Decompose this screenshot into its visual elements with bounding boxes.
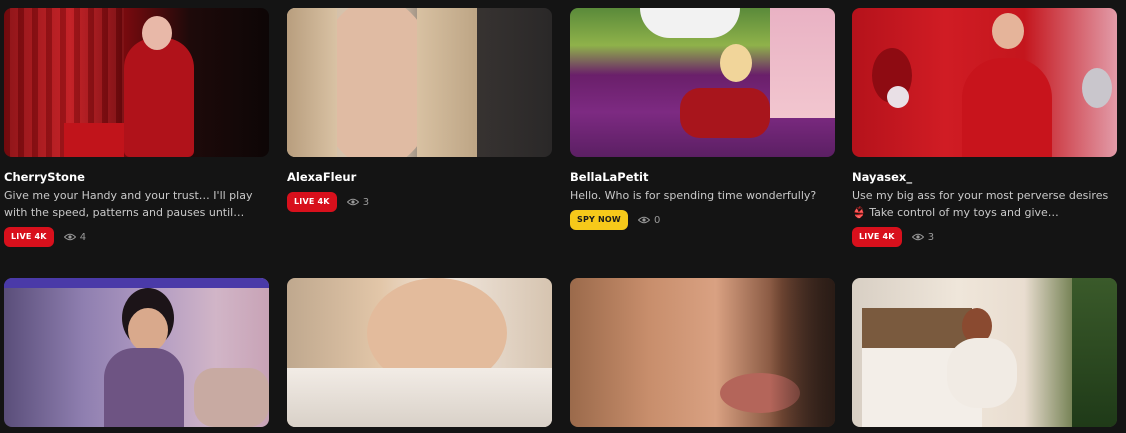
model-thumbnail[interactable] — [570, 8, 835, 157]
model-card[interactable]: Nayasex_ Use my big ass for your most pe… — [852, 8, 1117, 247]
model-card[interactable] — [287, 278, 552, 427]
model-card[interactable]: BellaLaPetit Hello. Who is for spending … — [570, 8, 835, 230]
live-4k-badge: LIVE 4K — [4, 227, 54, 247]
viewer-count-value: 0 — [653, 214, 661, 226]
model-thumbnail[interactable] — [287, 8, 552, 157]
model-name[interactable]: Nayasex_ — [852, 170, 1117, 184]
model-card[interactable] — [4, 278, 269, 427]
model-description: Use my big ass for your most perverse de… — [852, 189, 1109, 219]
viewer-count: 3 — [911, 231, 935, 243]
eye-icon — [637, 216, 650, 224]
viewer-count: 3 — [346, 196, 370, 208]
viewer-count: 4 — [63, 231, 87, 243]
model-thumbnail[interactable] — [570, 278, 835, 427]
eye-icon — [63, 233, 76, 241]
model-thumbnail[interactable] — [852, 8, 1117, 157]
model-card[interactable]: AlexaFleur LIVE 4K 3 — [287, 8, 552, 212]
model-card[interactable] — [570, 278, 835, 427]
viewer-count-value: 3 — [927, 231, 935, 243]
spy-now-badge: SPY NOW — [570, 210, 628, 230]
live-4k-badge: LIVE 4K — [852, 227, 902, 247]
viewer-count-value: 4 — [79, 231, 87, 243]
model-thumbnail[interactable] — [852, 278, 1117, 427]
model-description: Give me your Handy and your trust… I'll … — [4, 189, 253, 219]
eye-icon — [346, 198, 359, 206]
model-thumbnail[interactable] — [287, 278, 552, 427]
model-name[interactable]: BellaLaPetit — [570, 170, 835, 184]
model-description: Hello. Who is for spending time wonderfu… — [570, 189, 817, 202]
model-name[interactable]: CherryStone — [4, 170, 269, 184]
model-thumbnail[interactable] — [4, 8, 269, 157]
viewer-count: 0 — [637, 214, 661, 226]
live-4k-badge: LIVE 4K — [287, 192, 337, 212]
model-card[interactable]: CherryStone Give me your Handy and your … — [4, 8, 269, 247]
model-name[interactable]: AlexaFleur — [287, 170, 552, 184]
eye-icon — [911, 233, 924, 241]
model-card[interactable] — [852, 278, 1117, 427]
viewer-count-value: 3 — [362, 196, 370, 208]
model-thumbnail[interactable] — [4, 278, 269, 427]
